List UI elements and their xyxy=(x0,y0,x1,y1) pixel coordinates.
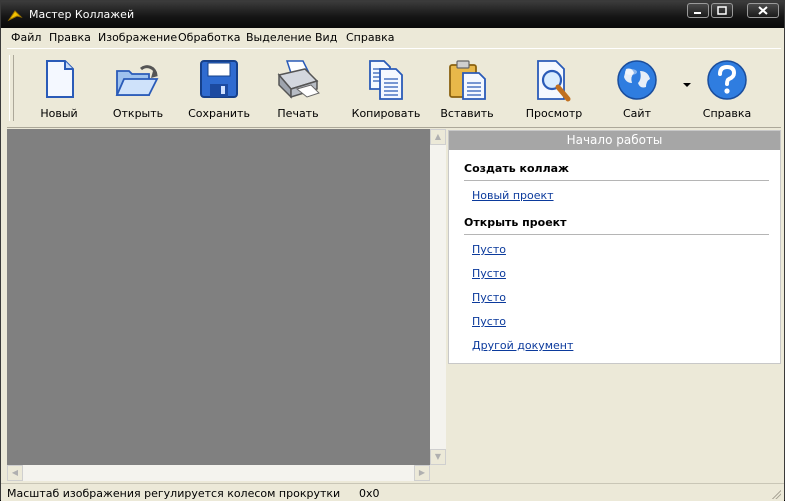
menu-bar: Файл Правка Изображение Обработка Выделе… xyxy=(1,28,784,48)
title-bar: Мастер Коллажей xyxy=(1,1,784,28)
status-hint: Масштаб изображения регулируется колесом… xyxy=(7,487,341,500)
main-toolbar: Новый Открыть Сохранить Печать Копироват… xyxy=(7,48,781,128)
recent-project-link-1[interactable]: Пусто xyxy=(472,243,506,256)
maximize-icon xyxy=(717,6,727,15)
main-window: Мастер Коллажей Файл Правка Изображение … xyxy=(0,0,785,501)
app-logo-icon xyxy=(7,10,23,22)
toolbar-grip[interactable] xyxy=(9,55,14,121)
menu-view[interactable]: Вид xyxy=(315,31,337,44)
globe-icon xyxy=(617,60,657,100)
menu-file[interactable]: Файл xyxy=(11,31,41,44)
window-title: Мастер Коллажей xyxy=(29,8,135,21)
menu-selection[interactable]: Выделение xyxy=(246,31,312,44)
preview-magnifier-icon xyxy=(537,60,571,102)
close-button[interactable] xyxy=(747,3,779,18)
create-collage-heading: Создать коллаж xyxy=(464,162,569,175)
printer-icon xyxy=(277,60,320,99)
minimize-button[interactable] xyxy=(687,3,709,18)
preview-button[interactable]: Просмотр xyxy=(519,53,589,123)
help-button-label: Справка xyxy=(702,107,752,120)
panel-empty-area xyxy=(448,364,781,481)
scroll-down-button[interactable]: ▼ xyxy=(430,449,446,465)
save-button-label: Сохранить xyxy=(188,107,250,120)
getting-started-panel: Начало работы Создать коллаж Новый проек… xyxy=(448,130,781,364)
copy-icon xyxy=(369,60,403,100)
open-folder-icon xyxy=(115,65,159,96)
scroll-up-button[interactable]: ▲ xyxy=(430,129,446,145)
site-button[interactable]: Сайт xyxy=(602,53,672,123)
other-document-link[interactable]: Другой документ xyxy=(472,339,573,352)
menu-edit[interactable]: Правка xyxy=(49,31,91,44)
minimize-icon xyxy=(694,12,701,14)
section-divider xyxy=(464,234,769,235)
scroll-right-button[interactable]: ▶ xyxy=(414,465,430,481)
maximize-button[interactable] xyxy=(711,3,733,18)
scrollbar-corner xyxy=(430,465,446,481)
resize-grip-icon[interactable] xyxy=(771,489,781,499)
paste-clipboard-icon xyxy=(449,60,486,100)
close-icon xyxy=(758,6,768,15)
scroll-left-button[interactable]: ◀ xyxy=(7,465,23,481)
recent-project-link-3[interactable]: Пусто xyxy=(472,291,506,304)
new-document-icon xyxy=(46,60,74,98)
open-project-heading: Открыть проект xyxy=(464,216,567,229)
paste-button[interactable]: Вставить xyxy=(432,53,502,123)
menu-help[interactable]: Справка xyxy=(346,31,394,44)
print-button[interactable]: Печать xyxy=(263,53,333,123)
recent-project-link-2[interactable]: Пусто xyxy=(472,267,506,280)
save-disk-icon xyxy=(200,60,238,98)
horizontal-scrollbar[interactable]: ◀ ▶ xyxy=(7,465,430,481)
preview-button-label: Просмотр xyxy=(525,107,583,120)
menu-image[interactable]: Изображение xyxy=(98,31,177,44)
recent-project-link-4[interactable]: Пусто xyxy=(472,315,506,328)
status-bar: Масштаб изображения регулируется колесом… xyxy=(1,483,784,501)
panel-header: Начало работы xyxy=(449,131,780,150)
open-button-label: Открыть xyxy=(112,107,164,120)
vertical-scrollbar[interactable]: ▲ ▼ xyxy=(430,129,446,465)
copy-button[interactable]: Копировать xyxy=(351,53,421,123)
print-button-label: Печать xyxy=(277,107,319,120)
new-button[interactable]: Новый xyxy=(24,53,94,123)
site-button-label: Сайт xyxy=(623,107,651,120)
open-button[interactable]: Открыть xyxy=(103,53,173,123)
paste-button-label: Вставить xyxy=(440,107,494,120)
help-question-icon xyxy=(707,60,747,100)
section-divider xyxy=(464,180,769,181)
save-button[interactable]: Сохранить xyxy=(184,53,254,123)
site-dropdown-arrow-icon[interactable] xyxy=(683,83,691,87)
copy-button-label: Копировать xyxy=(351,107,421,120)
new-project-link[interactable]: Новый проект xyxy=(472,189,554,202)
help-button[interactable]: Справка xyxy=(692,53,762,123)
collage-canvas[interactable] xyxy=(7,129,430,465)
status-image-size: 0x0 xyxy=(359,487,380,500)
menu-processing[interactable]: Обработка xyxy=(178,31,240,44)
new-button-label: Новый xyxy=(40,107,78,120)
